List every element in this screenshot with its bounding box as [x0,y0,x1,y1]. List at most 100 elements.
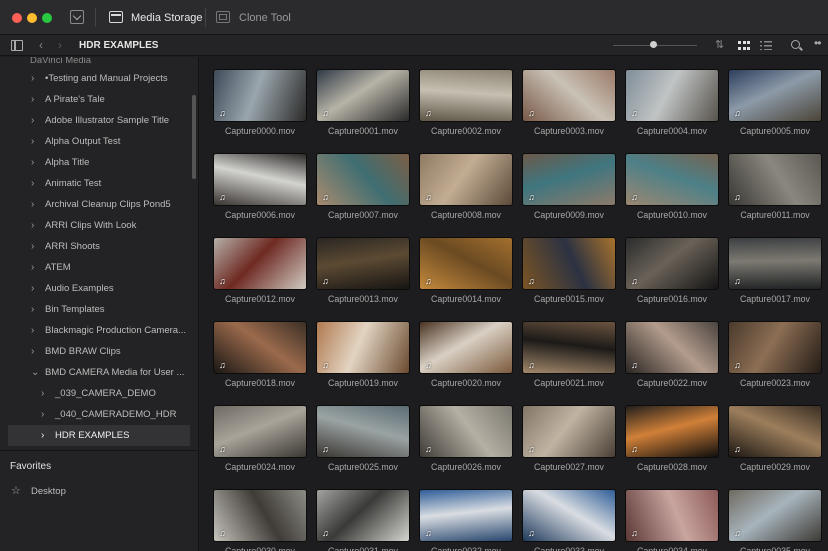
chevron-right-icon[interactable]: › [31,178,34,189]
clone-tool-tab[interactable]: Clone Tool [239,12,291,24]
clip-filename: Capture0008.mov [431,210,501,220]
sidebar-item[interactable]: › _039_CAMERA_DEMO [8,383,190,404]
chevron-right-icon[interactable]: › [31,199,34,210]
favorite-item-desktop[interactable]: Desktop [31,486,66,497]
back-arrow-icon[interactable]: ‹ [39,38,43,52]
sidebar-item-label: Alpha Title [45,157,90,168]
sidebar-item[interactable]: › HDR EXAMPLES [8,425,190,446]
chevron-right-icon[interactable]: › [31,73,34,84]
minimize-window-button[interactable] [27,13,37,23]
slider-handle[interactable] [650,41,657,48]
audio-note-icon: ♫ [734,444,741,454]
tree-root-label[interactable]: DaVinci Media [30,57,91,66]
chevron-right-icon[interactable]: › [41,409,44,420]
audio-note-icon: ♫ [425,360,432,370]
clip-thumbnail[interactable]: ♫ [419,153,513,206]
sidebar-item[interactable]: › Audio Examples [8,278,190,299]
sidebar-item[interactable]: › Alpha Output Test [8,131,190,152]
audio-note-icon: ♫ [219,528,226,538]
sidebar-item[interactable]: › •Testing and Manual Projects [8,68,190,89]
sidebar-item[interactable]: › BMD BRAW Clips [8,341,190,362]
clip-thumbnail[interactable]: ♫ [625,489,719,542]
clip-thumbnail[interactable]: ♫ [419,237,513,290]
sidebar-item[interactable]: › Archival Cleanup Clips Pond5 [8,194,190,215]
clip-thumbnail[interactable]: ♫ [316,69,410,122]
clip-filename: Capture0011.mov [740,210,810,220]
sidebar-item[interactable]: › Animatic Test [8,173,190,194]
chevron-right-icon[interactable]: › [31,346,34,357]
chevron-down-icon[interactable]: ⌄ [31,367,39,378]
sidebar-item-label: Adobe Illustrator Sample Title [45,115,170,126]
chevron-right-icon[interactable]: › [31,325,34,336]
chevron-down-icon[interactable] [70,10,84,24]
sidebar-item[interactable]: › Blackmagic Production Camera... [8,320,190,341]
clip-thumbnail[interactable]: ♫ [522,69,616,122]
clip-thumbnail[interactable]: ♫ [625,405,719,458]
clip-thumbnail[interactable]: ♫ [728,237,822,290]
clip-thumbnail[interactable]: ♫ [419,69,513,122]
sidebar-item[interactable]: › ARRI Clips With Look [8,215,190,236]
list-view-icon[interactable] [760,41,772,50]
clip-thumbnail[interactable]: ♫ [316,321,410,374]
clip-thumbnail[interactable]: ♫ [316,405,410,458]
grid-view-icon[interactable] [738,41,750,50]
clip-thumbnail[interactable]: ♫ [419,489,513,542]
chevron-right-icon[interactable]: › [31,136,34,147]
close-window-button[interactable] [12,13,22,23]
clip-thumbnail[interactable]: ♫ [625,321,719,374]
chevron-right-icon[interactable]: › [31,304,34,315]
clip-thumbnail[interactable]: ♫ [522,405,616,458]
clip-thumbnail[interactable]: ♫ [213,405,307,458]
more-options-icon[interactable]: •• [814,36,821,50]
chevron-right-icon[interactable]: › [31,283,34,294]
audio-note-icon: ♫ [734,528,741,538]
clip-thumbnail[interactable]: ♫ [728,489,822,542]
clip-thumbnail[interactable]: ♫ [522,489,616,542]
chevron-right-icon[interactable]: › [31,220,34,231]
clip-thumbnail[interactable]: ♫ [316,489,410,542]
clip-thumbnail[interactable]: ♫ [213,237,307,290]
clip-thumbnail[interactable]: ♫ [522,321,616,374]
media-storage-tab[interactable]: Media Storage [131,12,203,24]
sidebar-item[interactable]: › ARRI Shoots [8,236,190,257]
clip-thumbnail[interactable]: ♫ [213,489,307,542]
chevron-right-icon[interactable]: › [31,115,34,126]
chevron-right-icon[interactable]: › [41,430,44,441]
clip-thumbnail[interactable]: ♫ [625,69,719,122]
forward-arrow-icon[interactable]: › [58,38,62,52]
sort-icon[interactable]: ⇅ [715,38,724,51]
clip-thumbnail[interactable]: ♫ [213,321,307,374]
clip-thumbnail[interactable]: ♫ [522,237,616,290]
clip-thumbnail[interactable]: ♫ [728,153,822,206]
clip-thumbnail[interactable]: ♫ [728,321,822,374]
zoom-window-button[interactable] [42,13,52,23]
clip-thumbnail[interactable]: ♫ [316,237,410,290]
sidebar-scrollbar[interactable] [192,95,196,179]
chevron-right-icon[interactable]: › [41,388,44,399]
sidebar-item[interactable]: › Bin Templates [8,299,190,320]
sidebar-item[interactable]: › _040_CAMERADEMO_HDR [8,404,190,425]
sidebar-item-label: Animatic Test [45,178,102,189]
sidebar-toggle-icon[interactable] [11,40,23,51]
clip-thumbnail[interactable]: ♫ [419,321,513,374]
sidebar-item[interactable]: › A Pirate's Tale [8,89,190,110]
sidebar-item[interactable]: › Adobe Illustrator Sample Title [8,110,190,131]
clip-thumbnail[interactable]: ♫ [419,405,513,458]
clip-thumbnail[interactable]: ♫ [316,153,410,206]
search-icon[interactable] [791,40,800,49]
clip-thumbnail[interactable]: ♫ [522,153,616,206]
sidebar-item[interactable]: › ATEM [8,257,190,278]
clip-thumbnail[interactable]: ♫ [728,69,822,122]
chevron-right-icon[interactable]: › [31,157,34,168]
chevron-right-icon[interactable]: › [31,241,34,252]
chevron-right-icon[interactable]: › [31,94,34,105]
chevron-right-icon[interactable]: › [31,262,34,273]
clip-thumbnail[interactable]: ♫ [728,405,822,458]
clip-thumbnail[interactable]: ♫ [625,237,719,290]
sidebar-item[interactable]: › Alpha Title [8,152,190,173]
clip-thumbnail[interactable]: ♫ [213,153,307,206]
media-grid: ♫ Capture0000.mov ♫ Capture0001.mov ♫ Capture… [200,57,828,551]
clip-thumbnail[interactable]: ♫ [625,153,719,206]
clip-thumbnail[interactable]: ♫ [213,69,307,122]
sidebar-item[interactable]: ⌄ BMD CAMERA Media for User ... [8,362,190,383]
